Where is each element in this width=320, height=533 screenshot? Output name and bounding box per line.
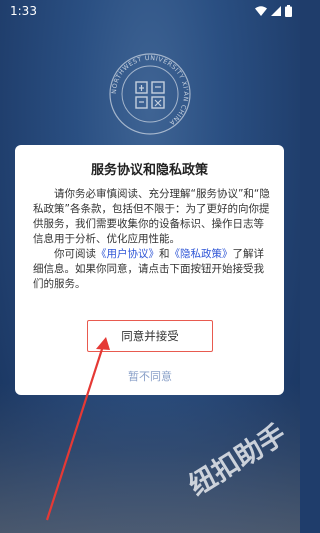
status-bar: 1:33 xyxy=(0,0,300,22)
accept-button[interactable]: 同意并接受 xyxy=(87,320,213,352)
privacy-policy-link[interactable]: 《隐私政策》 xyxy=(170,248,233,260)
dialog-paragraph-1: 请你务必审慎阅读、充分理解“服务协议”和“隐私政策”各条款，包括但不限于：为了更… xyxy=(33,188,270,245)
para2-and: 和 xyxy=(159,248,170,260)
decline-button[interactable]: 暂不同意 xyxy=(87,366,213,386)
consent-dialog: 服务协议和隐私政策 请你务必审慎阅读、充分理解“服务协议”和“隐私政策”各条款，… xyxy=(15,145,284,395)
wifi-icon xyxy=(255,6,267,16)
battery-icon xyxy=(285,5,292,17)
dialog-title: 服务协议和隐私政策 xyxy=(90,163,208,178)
user-agreement-link[interactable]: 《用户协议》 xyxy=(96,248,159,260)
university-emblem-icon: NORTHWEST UNIVERSITY XI'AN CHINA xyxy=(109,53,191,135)
status-icons xyxy=(255,5,292,17)
dialog-paragraph-2: 你可阅读《用户协议》和《隐私政策》了解详细信息。如果你同意，请点击下面按钮开始接… xyxy=(33,247,270,292)
para2-prefix: 你可阅读 xyxy=(54,248,96,260)
signal-icon xyxy=(271,6,281,16)
status-time: 1:33 xyxy=(10,4,37,18)
dialog-body: 请你务必审慎阅读、充分理解“服务协议”和“隐私政策”各条款，包括但不限于：为了更… xyxy=(33,187,270,292)
